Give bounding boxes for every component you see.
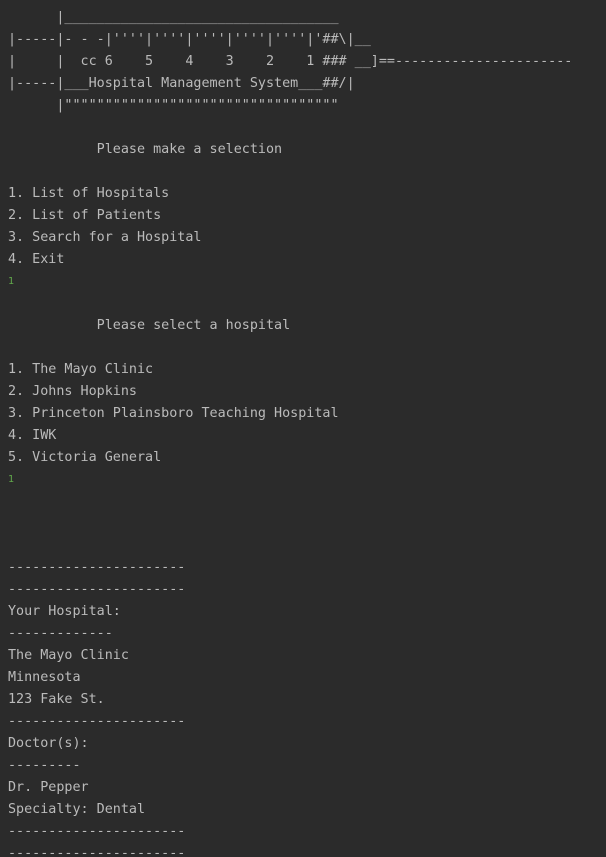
hospital-item: 2. Johns Hopkins [8,384,137,399]
ascii-banner-line: |"""""""""""""""""""""""""""""""""" [8,98,339,113]
hospital-item: 3. Princeton Plainsboro Teaching Hospita… [8,406,339,421]
user-input-menu: 1 [8,276,15,287]
separator-line: ---------------------- [8,582,186,597]
ascii-banner-line: |-----|- - -|''''|''''|''''|''''|''''|'#… [8,32,371,47]
separator-line: ---------------------- [8,560,186,575]
user-input-hospital: 1 [8,474,15,485]
hospital-name: The Mayo Clinic [8,648,129,663]
separator-line: ---------------------- [8,846,186,857]
separator-line: --------- [8,758,81,773]
menu-item: 1. List of Hospitals [8,186,170,201]
menu-prompt: Please make a selection [8,142,283,157]
separator-line: ---------------------- [8,714,186,729]
menu-item: 4. Exit [8,252,65,267]
hospital-item: 4. IWK [8,428,57,443]
hospital-prompt: Please select a hospital [8,318,291,333]
ascii-banner-line: | | cc 6 5 4 3 2 1 ### __]==------------… [8,54,573,69]
doctor-specialty: Specialty: Dental [8,802,146,817]
console-output-pane[interactable]: |__________________________________ |---… [0,0,606,857]
ascii-banner-line: |-----|___Hospital Management System___#… [8,76,355,91]
hospital-heading: Your Hospital: [8,604,121,619]
separator-line: ---------------------- [8,824,186,839]
hospital-item: 1. The Mayo Clinic [8,362,154,377]
doctors-heading: Doctor(s): [8,736,89,751]
ascii-banner-line: |__________________________________ [8,10,339,25]
hospital-address: 123 Fake St. [8,692,105,707]
hospital-item: 5. Victoria General [8,450,162,465]
separator-line: ------------- [8,626,113,641]
menu-item: 2. List of Patients [8,208,162,223]
hospital-location: Minnesota [8,670,81,685]
menu-item: 3. Search for a Hospital [8,230,202,245]
doctor-name: Dr. Pepper [8,780,89,795]
